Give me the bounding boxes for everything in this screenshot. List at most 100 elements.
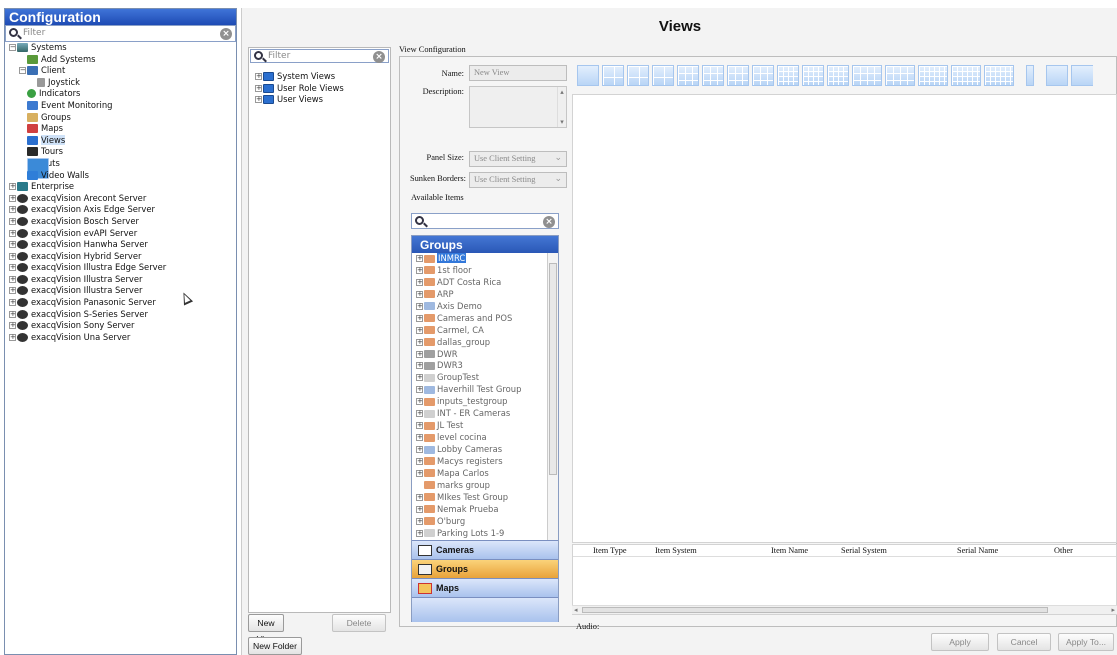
expand-icon[interactable]: + (9, 322, 16, 330)
tree-item[interactable]: Tours (5, 146, 236, 158)
tree-item[interactable]: + exacqVision Illustra Server (5, 285, 236, 297)
expand-icon[interactable]: + (416, 326, 423, 334)
expand-icon[interactable]: + (9, 194, 16, 202)
apply-button[interactable]: Apply (931, 633, 989, 651)
available-items-filter[interactable]: × (411, 213, 559, 229)
expand-icon[interactable]: + (416, 398, 423, 406)
views-tree-item[interactable]: + System Views (251, 71, 390, 83)
layout-2plus8-icon[interactable] (727, 65, 749, 86)
expand-icon[interactable]: + (255, 84, 262, 92)
tree-item[interactable]: Layouts (5, 157, 236, 179)
tree-item[interactable]: + exacqVision Hybrid Server (5, 251, 236, 263)
expand-icon[interactable]: + (416, 434, 423, 442)
tree-item[interactable]: + exacqVision Panasonic Server (5, 297, 236, 309)
sunken-borders-select[interactable]: Use Client Setting (469, 171, 567, 188)
expand-icon[interactable]: + (9, 299, 16, 307)
group-item[interactable]: + JL Test (412, 420, 548, 432)
expand-icon[interactable]: + (416, 350, 423, 358)
clear-filter-icon[interactable]: × (373, 51, 385, 63)
group-item[interactable]: + GroupTest (412, 372, 548, 384)
group-item[interactable]: + ADT Costa Rica (412, 277, 548, 289)
expand-icon[interactable]: + (416, 302, 423, 310)
scroll-right-icon[interactable]: ▸ (1111, 606, 1115, 614)
expand-icon[interactable]: + (416, 314, 423, 322)
tree-item[interactable]: + exacqVision Sony Server (5, 320, 236, 332)
group-item[interactable]: + Nemak Prueba (412, 504, 548, 516)
layout-1plus12-icon[interactable] (702, 65, 724, 86)
tree-item[interactable]: + exacqVision evAPI Server (5, 228, 236, 240)
group-item[interactable]: + DWR3 (412, 360, 548, 372)
group-item[interactable]: + ARP (412, 289, 548, 301)
collapse-icon[interactable]: − (9, 44, 16, 51)
views-tree-item[interactable]: + User Role Views (251, 83, 390, 95)
group-item[interactable]: + Cameras and POS (412, 313, 548, 325)
expand-icon[interactable]: + (416, 255, 423, 262)
layout-more-icon[interactable] (1071, 65, 1093, 86)
layout-4x4-icon[interactable] (777, 65, 799, 86)
group-item[interactable]: + O'burg (412, 516, 548, 528)
col-serial-name[interactable]: Serial Name (957, 546, 998, 555)
delete-button[interactable]: Delete (332, 614, 386, 632)
layout-1plus5-icon[interactable] (627, 65, 649, 86)
expand-icon[interactable]: + (416, 505, 423, 513)
expand-icon[interactable]: + (9, 229, 16, 237)
tree-item[interactable]: + exacqVision Axis Edge Server (5, 204, 236, 216)
layout-5x5-icon[interactable] (827, 65, 849, 86)
group-item[interactable]: marks group (412, 480, 548, 492)
tree-item[interactable]: + exacqVision Illustra Server (5, 274, 236, 286)
expand-icon[interactable]: + (416, 457, 423, 465)
layout-wide-6x5-icon[interactable] (951, 65, 981, 86)
expand-icon[interactable]: + (416, 278, 423, 286)
clear-filter-icon[interactable]: × (543, 216, 555, 228)
views-filter[interactable]: Filter × (250, 49, 389, 63)
expand-icon[interactable]: + (9, 275, 16, 283)
tree-item[interactable]: Groups (5, 112, 236, 124)
group-item[interactable]: + Mapa Carlos (412, 468, 548, 480)
layout-single-icon[interactable] (1046, 65, 1068, 86)
group-item[interactable]: +1st floor (412, 265, 548, 277)
expand-icon[interactable]: + (9, 241, 16, 249)
expand-icon[interactable]: + (9, 206, 16, 214)
layout-5x4-icon[interactable] (802, 65, 824, 86)
clear-filter-icon[interactable]: × (220, 28, 232, 40)
tree-item[interactable]: + exacqVision Hanwha Server (5, 239, 236, 251)
view-canvas[interactable] (572, 94, 1117, 543)
col-item-name[interactable]: Item Name (771, 546, 808, 555)
layout-wide-4x3-icon[interactable] (885, 65, 915, 86)
groups-scrollbar-thumb[interactable] (549, 263, 557, 475)
layout-1plus7-icon[interactable] (652, 65, 674, 86)
expand-icon[interactable]: + (416, 362, 423, 370)
cancel-button[interactable]: Cancel (997, 633, 1051, 651)
group-item[interactable]: + Axis Demo (412, 301, 548, 313)
collapse-icon[interactable]: − (19, 67, 26, 75)
items-scrollbar-thumb[interactable] (582, 607, 1048, 613)
expand-icon[interactable]: + (9, 217, 16, 225)
col-serial-system[interactable]: Serial System (841, 546, 887, 555)
col-other[interactable]: Other (1054, 546, 1073, 555)
groups-scrollbar[interactable] (547, 253, 558, 540)
group-item[interactable]: + inputs_testgroup (412, 396, 548, 408)
group-item[interactable]: + Macys registers (412, 456, 548, 468)
tree-item[interactable]: Joystick (5, 77, 236, 89)
expand-icon[interactable]: + (416, 410, 423, 418)
expand-icon[interactable]: + (9, 264, 16, 272)
layout-wide-3x2-icon[interactable] (852, 65, 882, 86)
expand-icon[interactable]: + (9, 333, 16, 341)
description-scrollbar[interactable]: ▴ ▾ (557, 87, 566, 127)
layout-2x2-icon[interactable] (602, 65, 624, 86)
expand-icon[interactable]: + (416, 374, 423, 382)
tree-item[interactable]: Views (5, 134, 236, 147)
tree-item[interactable]: + exacqVision Illustra Edge Server (5, 262, 236, 274)
tab-cameras[interactable]: Cameras (412, 540, 558, 559)
tree-item[interactable]: − Systems (5, 42, 236, 54)
group-item[interactable]: + Parking Lots 1-9 (412, 528, 548, 540)
tree-item[interactable]: + exacqVision Arecont Server (5, 193, 236, 205)
expand-icon[interactable]: + (416, 493, 423, 501)
expand-icon[interactable]: + (255, 73, 262, 80)
expand-icon[interactable]: + (416, 469, 423, 477)
group-item[interactable]: + Carmel, CA (412, 325, 548, 337)
layout-portrait-icon[interactable] (1026, 65, 1034, 86)
layout-wide-5x4-icon[interactable] (918, 65, 948, 86)
tree-item[interactable]: Event Monitoring (5, 100, 236, 112)
tree-item[interactable]: + exacqVision Bosch Server (5, 216, 236, 228)
